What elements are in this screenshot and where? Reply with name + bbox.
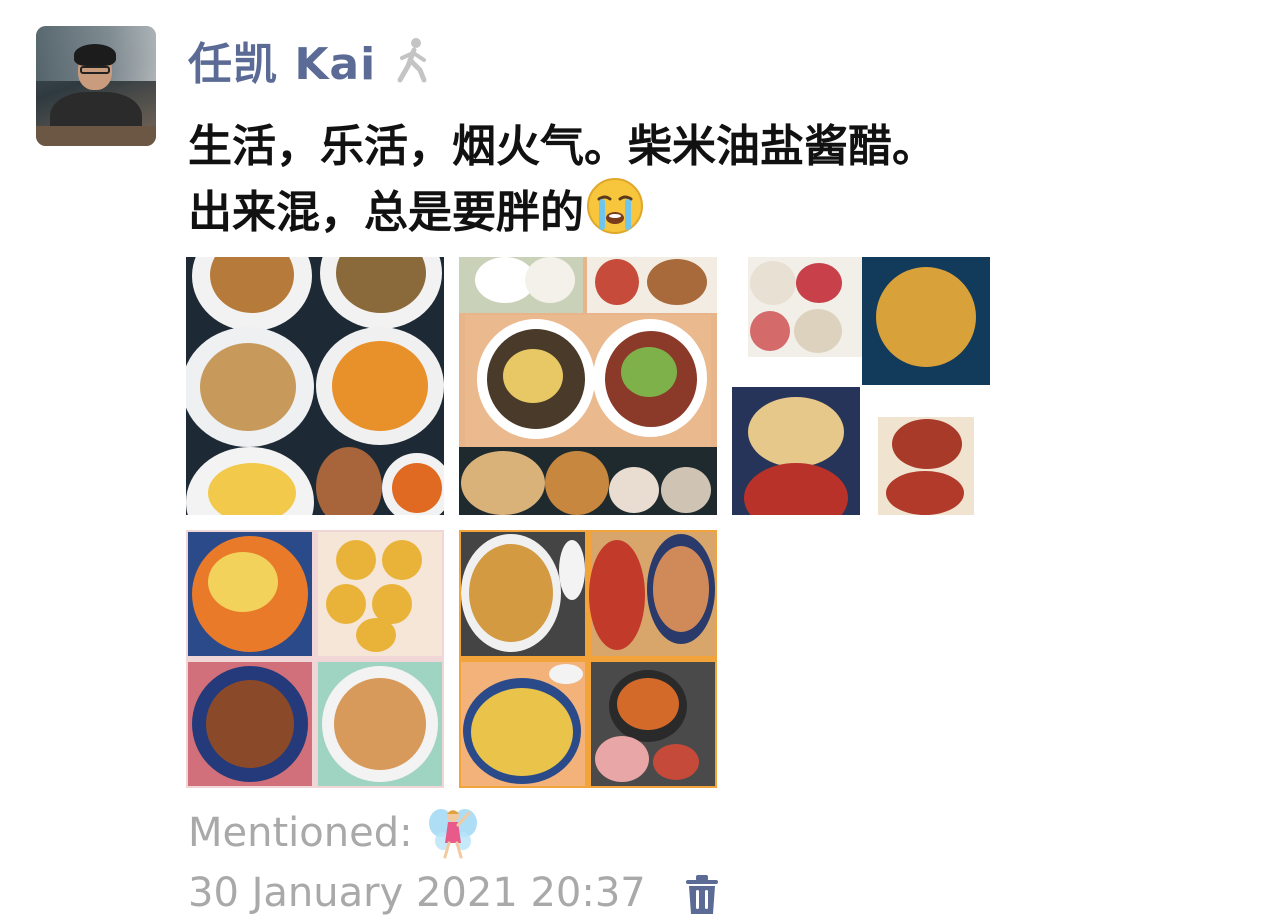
photo-4[interactable] xyxy=(186,530,444,788)
author-name[interactable]: 任凯 Kai xyxy=(188,28,376,92)
post-timestamp: 30 January 2021 20:37 xyxy=(188,870,646,916)
trash-icon[interactable] xyxy=(684,874,720,916)
post-text-line-2-text: 出来混，总是要胖的 xyxy=(188,187,584,238)
mentioned-row: Mentioned: xyxy=(188,805,479,861)
photo-2[interactable] xyxy=(459,257,717,515)
post-text-line-1: 生活，乐活，烟火气。柴米油盐酱醋。 xyxy=(188,121,936,172)
crying-face-emoji-icon xyxy=(587,178,643,234)
post-text-line-2: 出来混，总是要胖的 xyxy=(188,176,644,240)
photo-5[interactable] xyxy=(459,530,717,788)
photo-1[interactable] xyxy=(186,257,444,515)
photo-3[interactable] xyxy=(732,257,990,515)
mentioned-label: Mentioned: xyxy=(188,810,413,856)
avatar[interactable] xyxy=(36,26,156,146)
fairy-emoji-icon[interactable] xyxy=(427,805,479,861)
walking-person-icon xyxy=(397,38,427,83)
author-row: 任凯 Kai xyxy=(188,30,434,90)
